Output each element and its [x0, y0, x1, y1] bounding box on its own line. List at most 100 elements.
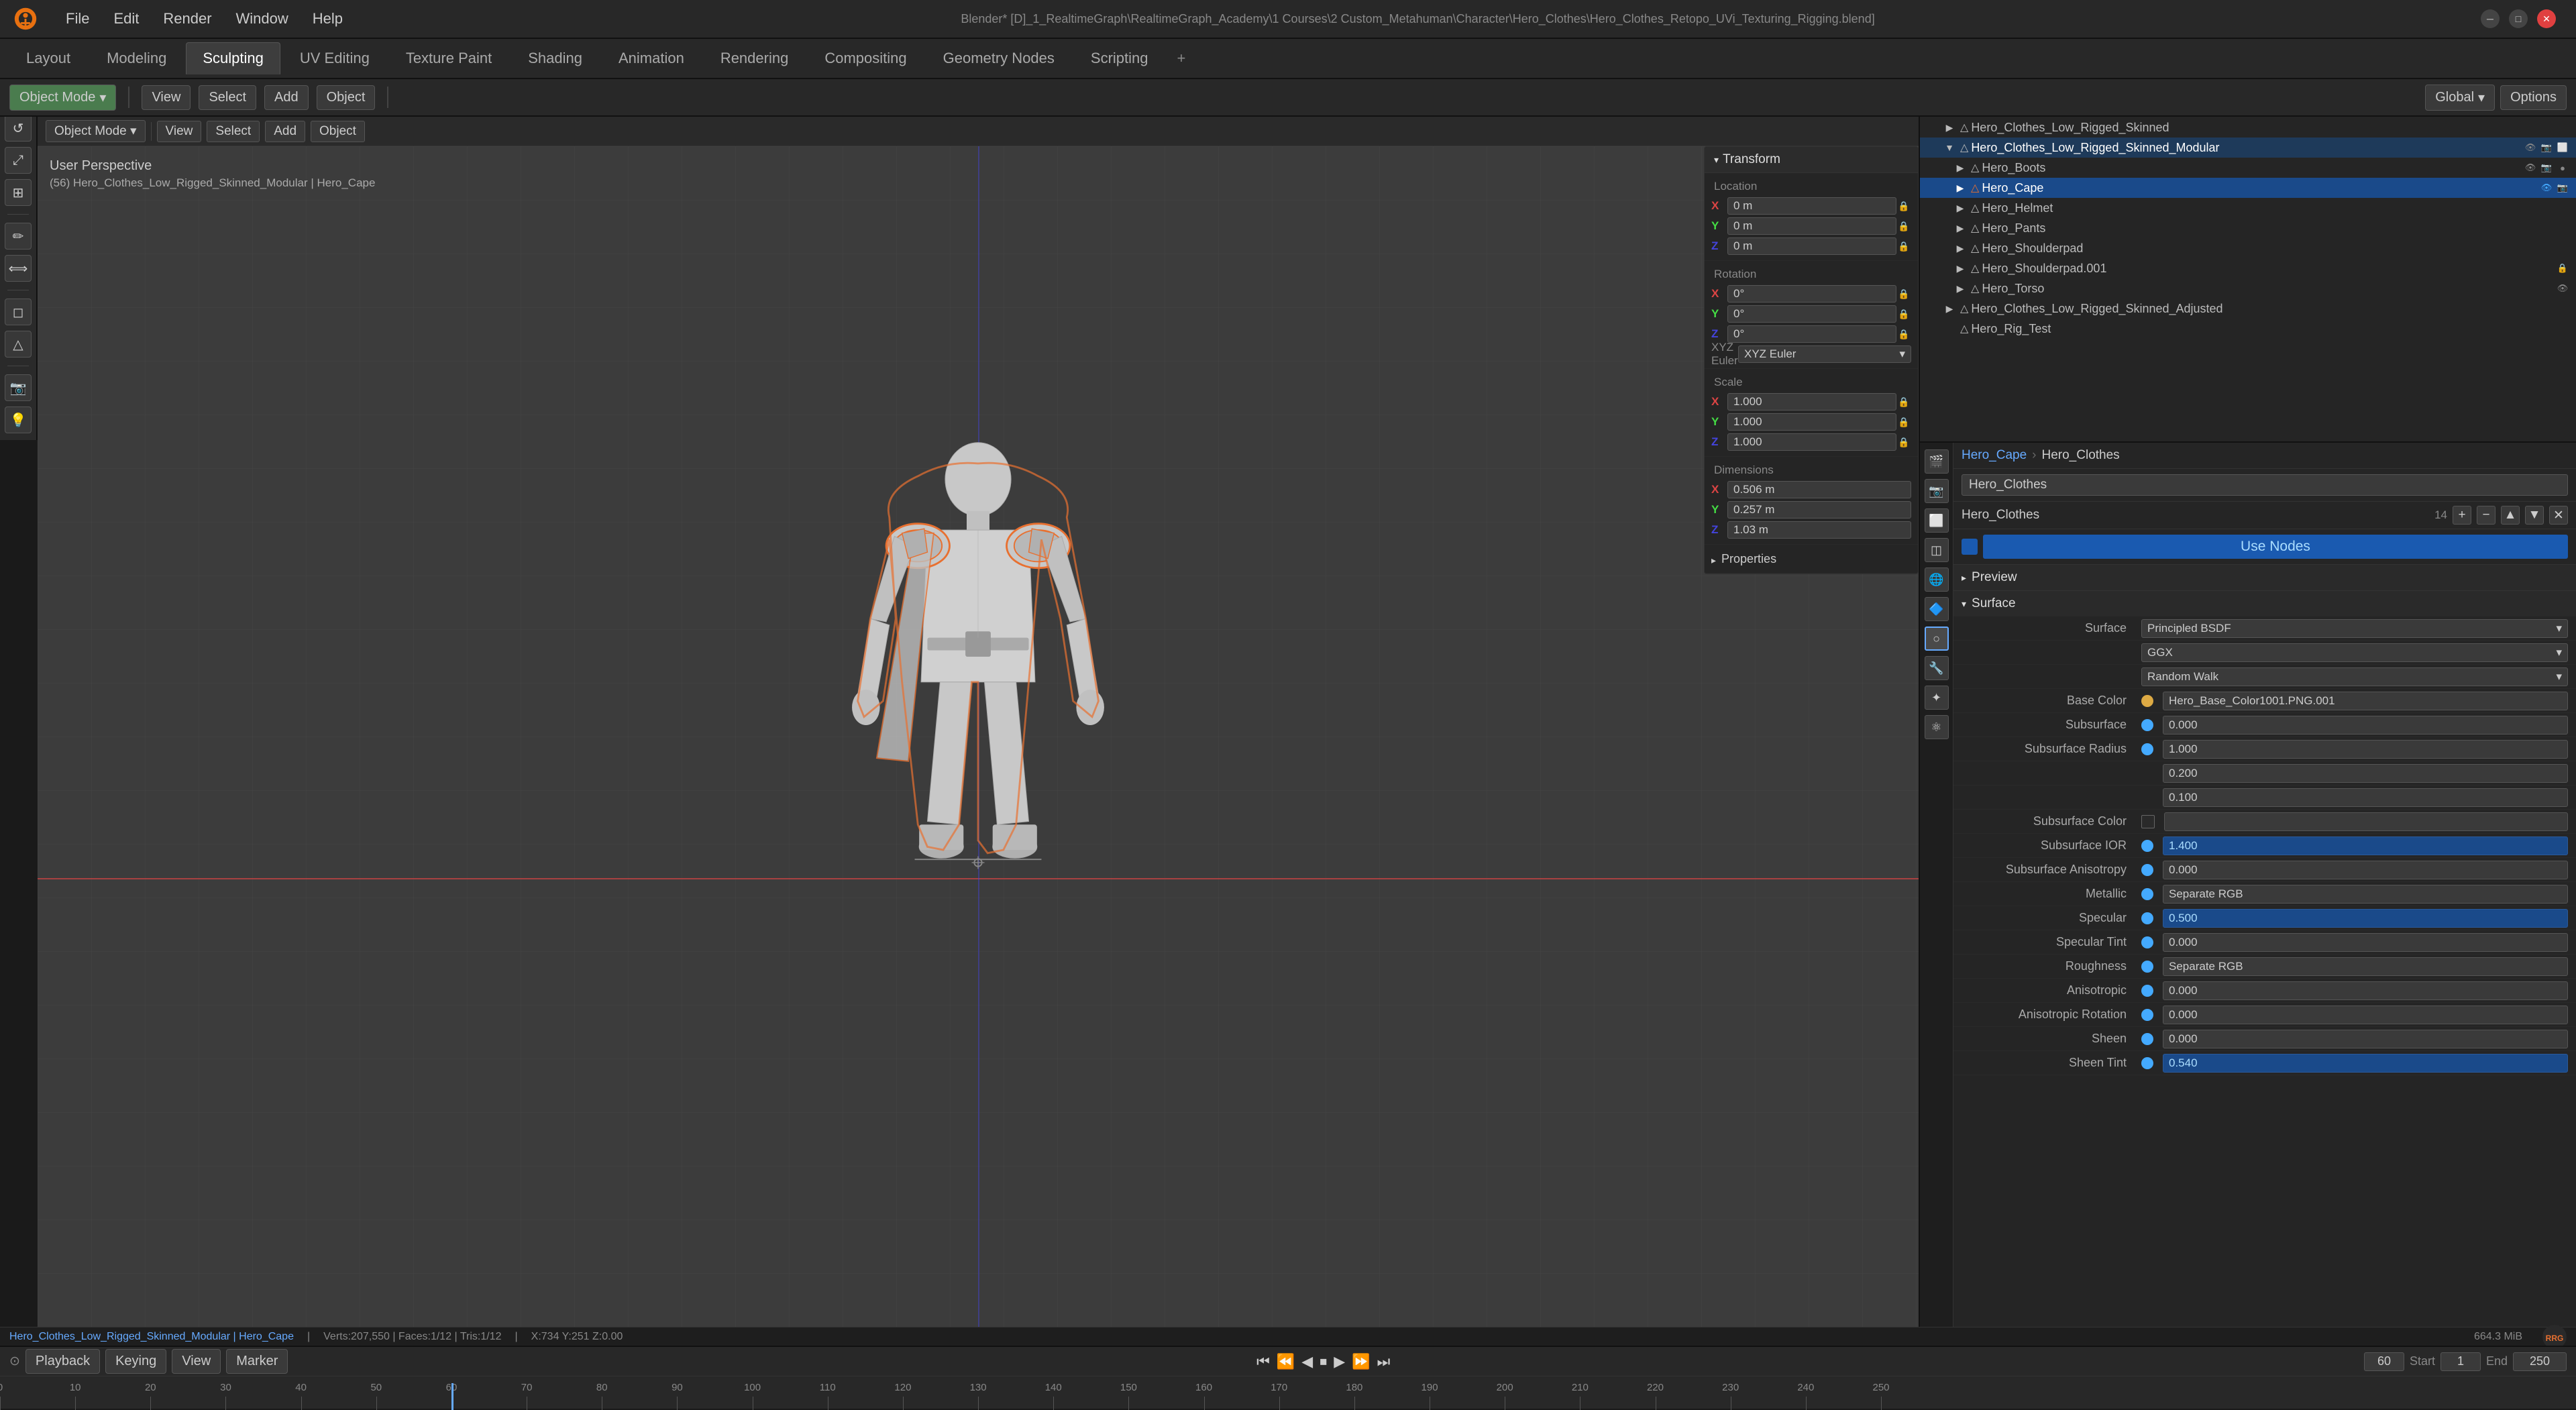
rotation-y-input[interactable]: 0° — [1727, 305, 1896, 323]
playback-btn[interactable]: Playback — [25, 1349, 100, 1374]
subsurface-color-swatch[interactable] — [2141, 815, 2155, 828]
tab-geometry-nodes[interactable]: Geometry Nodes — [926, 42, 1071, 74]
hero-modular-cam[interactable]: 📷 — [2540, 141, 2553, 154]
outliner-hero-clothes-low[interactable]: ▶ △ Hero_Clothes_Low_Rigged_Skinned — [1920, 117, 2576, 138]
tab-modeling[interactable]: Modeling — [90, 42, 183, 74]
end-frame-input[interactable]: 250 — [2513, 1352, 2567, 1371]
maximize-btn[interactable]: □ — [2509, 9, 2528, 28]
loc-x-lock[interactable]: 🔒 — [1896, 199, 1911, 213]
hero-modular-render[interactable]: ⬜ — [2556, 141, 2569, 154]
rotation-z-input[interactable]: 0° — [1727, 325, 1896, 343]
location-z-input[interactable]: 0 m — [1727, 237, 1896, 255]
location-y-input[interactable]: 0 m — [1727, 217, 1896, 235]
scale-y-input[interactable]: 1.000 — [1727, 413, 1896, 431]
prop-icon-world[interactable]: 🔷 — [1925, 597, 1949, 621]
object-btn[interactable]: Object — [317, 85, 376, 110]
timeline-ruler[interactable]: 0102030405060708090100110120130140150160… — [0, 1376, 2576, 1410]
vp-select[interactable]: Select — [207, 121, 260, 142]
outliner-hero-pants[interactable]: ▶ △ Hero_Pants — [1920, 218, 2576, 238]
hero-cape-eye[interactable]: 👁 — [2540, 181, 2553, 195]
prev-frame-btn[interactable]: ⏪ — [1277, 1353, 1295, 1370]
subsurface-anisotropy-input[interactable]: 0.000 — [2163, 861, 2568, 879]
vp-object[interactable]: Object — [311, 121, 365, 142]
subsurface-input[interactable]: 0.000 — [2163, 716, 2568, 735]
rot-x-lock[interactable]: 🔒 — [1896, 286, 1911, 301]
outliner-hero-modular[interactable]: ▼ △ Hero_Clothes_Low_Rigged_Skinned_Modu… — [1920, 138, 2576, 158]
rotation-x-input[interactable]: 0° — [1727, 285, 1896, 303]
sheen-input[interactable]: 0.000 — [2163, 1030, 2568, 1048]
tab-animation[interactable]: Animation — [602, 42, 701, 74]
dim-x-input[interactable]: 0.506 m — [1727, 481, 1911, 498]
keying-btn[interactable]: Keying — [105, 1349, 166, 1374]
close-btn[interactable]: ✕ — [2537, 9, 2556, 28]
add-workspace-btn[interactable]: + — [1168, 46, 1195, 71]
preview-header[interactable]: Preview — [1953, 565, 2576, 590]
outliner-hero-torso[interactable]: ▶ △ Hero_Torso 👁 — [1920, 278, 2576, 299]
prop-icon-output[interactable]: ⬜ — [1925, 508, 1949, 533]
anisotropic-rotation-input[interactable]: 0.000 — [2163, 1006, 2568, 1024]
surface-section-header[interactable]: Surface — [1953, 590, 2576, 616]
subsurface-radius-y[interactable]: 0.200 — [2163, 764, 2568, 783]
tab-compositing[interactable]: Compositing — [808, 42, 923, 74]
timeline-view-btn[interactable]: View — [172, 1349, 221, 1374]
slot-move-down-btn[interactable]: ▼ — [2525, 506, 2544, 525]
use-nodes-btn[interactable]: Use Nodes — [1983, 535, 2568, 559]
marker-btn[interactable]: Marker — [226, 1349, 288, 1374]
annotate-tool[interactable]: ✏ — [5, 223, 32, 250]
tab-texture-paint[interactable]: Texture Paint — [389, 42, 508, 74]
current-frame-input[interactable]: 60 — [2364, 1352, 2404, 1371]
menu-window[interactable]: Window — [224, 5, 301, 33]
hero-boots-eye[interactable]: 👁 — [2524, 161, 2537, 174]
view-btn[interactable]: View — [142, 85, 191, 110]
play-backward-btn[interactable]: ◀ — [1301, 1353, 1313, 1370]
hero-torso-eye[interactable]: 👁 — [2556, 282, 2569, 295]
breadcrumb-hero-cape[interactable]: Hero_Cape — [1962, 448, 2027, 463]
metallic-value[interactable]: Separate RGB — [2163, 885, 2568, 904]
options-btn[interactable]: Options — [2500, 85, 2567, 110]
material-name-field[interactable]: Hero_Clothes — [1962, 474, 2568, 496]
jump-end-btn[interactable]: ⏭ — [1377, 1353, 1391, 1370]
distribution-dropdown[interactable]: GGX ▾ — [2141, 643, 2568, 662]
tab-shading[interactable]: Shading — [511, 42, 599, 74]
stop-btn[interactable]: ⏹ — [1320, 1353, 1327, 1370]
tab-scripting[interactable]: Scripting — [1074, 42, 1165, 74]
dim-y-input[interactable]: 0.257 m — [1727, 501, 1911, 519]
base-color-value[interactable]: Hero_Base_Color1001.PNG.001 — [2163, 692, 2568, 710]
scale-z-input[interactable]: 1.000 — [1727, 433, 1896, 451]
outliner-hero-helmet[interactable]: ▶ △ Hero_Helmet — [1920, 198, 2576, 218]
minimize-btn[interactable]: ─ — [2481, 9, 2500, 28]
menu-edit[interactable]: Edit — [101, 5, 151, 33]
scale-tool[interactable]: ⤢ — [5, 147, 32, 174]
subsurface-ior-input[interactable]: 1.400 — [2163, 836, 2568, 855]
add-btn[interactable]: Add — [264, 85, 309, 110]
random-walk-dropdown[interactable]: Random Walk ▾ — [2141, 667, 2568, 686]
rot-z-lock[interactable]: 🔒 — [1896, 327, 1911, 341]
scale-y-lock[interactable]: 🔒 — [1896, 415, 1911, 429]
slot-remove-btn[interactable]: − — [2477, 506, 2496, 525]
select-btn[interactable]: Select — [199, 85, 256, 110]
prop-icon-view-layer[interactable]: ◫ — [1925, 538, 1949, 562]
prop-icon-scene-2[interactable]: 🌐 — [1925, 567, 1949, 592]
prop-icon-object[interactable]: ○ — [1925, 627, 1949, 651]
menu-file[interactable]: File — [54, 5, 101, 33]
prop-icon-render[interactable]: 📷 — [1925, 479, 1949, 503]
loc-y-lock[interactable]: 🔒 — [1896, 219, 1911, 233]
slot-close-btn[interactable]: ✕ — [2549, 506, 2568, 525]
dim-z-input[interactable]: 1.03 m — [1727, 521, 1911, 539]
add-mesh-tool[interactable]: △ — [5, 331, 32, 358]
camera-tool[interactable]: 📷 — [5, 374, 32, 401]
rotate-tool[interactable]: ↺ — [5, 115, 32, 142]
jump-start-btn[interactable]: ⏮ — [1256, 1353, 1270, 1370]
viewport[interactable]: User Perspective (56) Hero_Clothes_Low_R… — [38, 146, 1919, 1327]
tab-rendering[interactable]: Rendering — [704, 42, 806, 74]
subsurface-radius-z[interactable]: 0.100 — [2163, 788, 2568, 807]
prop-icon-scene[interactable]: 🎬 — [1925, 449, 1949, 474]
scale-z-lock[interactable]: 🔒 — [1896, 435, 1911, 449]
prop-icon-particles[interactable]: ✦ — [1925, 686, 1949, 710]
outliner-hero-shoulderpad-001[interactable]: ▶ △ Hero_Shoulderpad.001 🔒 — [1920, 258, 2576, 278]
transform-tool[interactable]: ⊞ — [5, 179, 32, 206]
vp-object-mode[interactable]: Object Mode ▾ — [46, 120, 146, 142]
hero-boots-extra[interactable]: ● — [2556, 161, 2569, 174]
hero-boots-cam[interactable]: 📷 — [2540, 161, 2553, 174]
play-forward-btn[interactable]: ▶ — [1334, 1353, 1345, 1370]
